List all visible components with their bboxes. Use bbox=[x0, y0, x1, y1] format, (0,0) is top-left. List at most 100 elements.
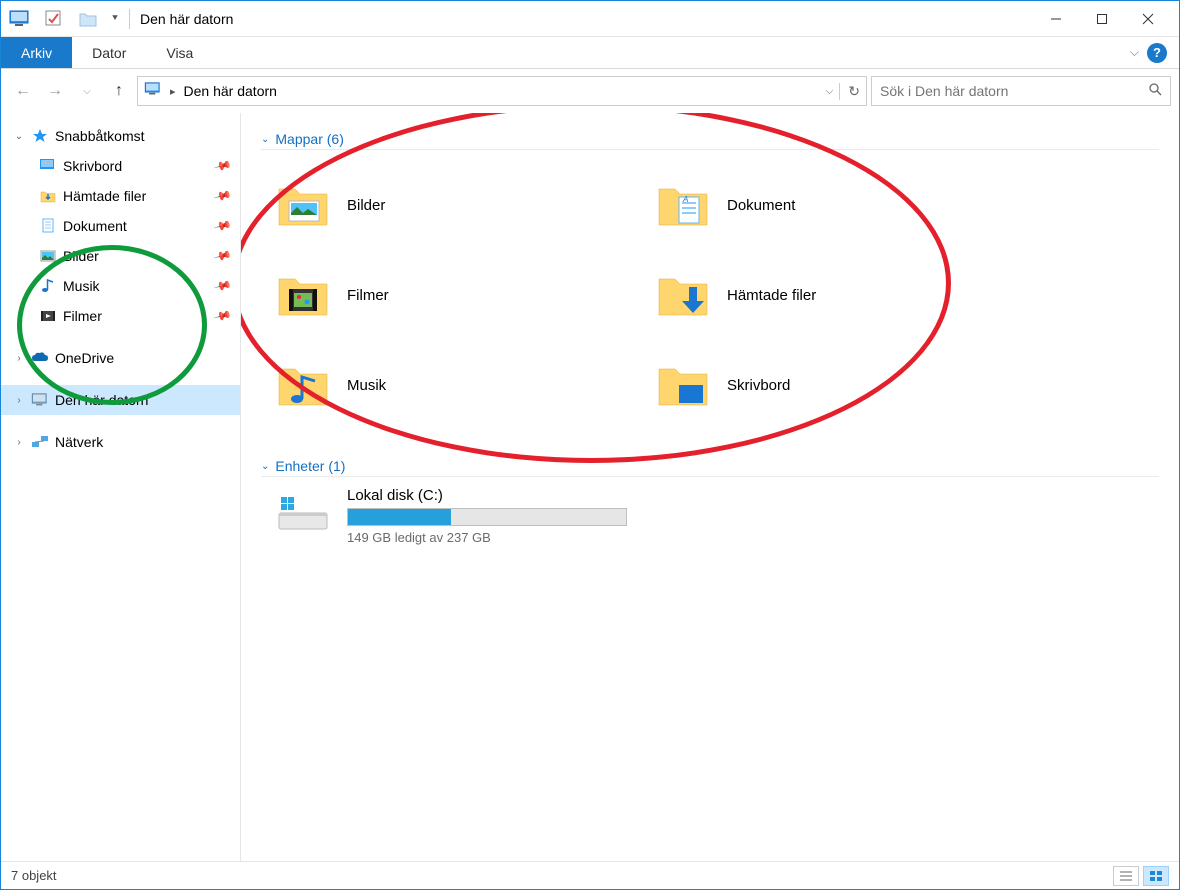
sidebar-item-filmer[interactable]: Filmer 📌 bbox=[1, 301, 240, 331]
address-dropdown-icon[interactable]: ⌵ bbox=[826, 86, 834, 97]
chevron-down-icon: ⌄ bbox=[261, 461, 269, 472]
sidebar-item-label: OneDrive bbox=[55, 350, 114, 366]
sidebar-onedrive[interactable]: › OneDrive bbox=[1, 343, 240, 373]
onedrive-icon bbox=[31, 349, 49, 367]
ribbon: Arkiv Dator Visa ⌵ ? bbox=[1, 37, 1179, 69]
drive-usage-bar bbox=[347, 508, 627, 526]
navigation-pane: ⌄ Snabbåtkomst Skrivbord 📌 Hämtade filer… bbox=[1, 113, 241, 861]
address-bar[interactable]: ▸ Den här datorn ⌵ ↻ bbox=[137, 76, 867, 106]
forward-button[interactable]: → bbox=[41, 77, 69, 105]
section-header-folders[interactable]: ⌄ Mappar (6) bbox=[261, 131, 1159, 150]
search-icon[interactable] bbox=[1148, 82, 1162, 101]
chevron-right-icon[interactable]: › bbox=[13, 353, 25, 364]
tab-arkiv[interactable]: Arkiv bbox=[1, 37, 72, 68]
star-icon bbox=[31, 127, 49, 145]
search-input[interactable] bbox=[880, 83, 1148, 99]
navigation-bar: ← → ⌵ ↑ ▸ Den här datorn ⌵ ↻ bbox=[1, 69, 1179, 113]
sidebar-item-label: Nätverk bbox=[55, 434, 103, 450]
sidebar-item-label: Musik bbox=[63, 278, 100, 294]
folder-dokument[interactable]: A Dokument bbox=[655, 160, 1035, 250]
refresh-button[interactable]: ↻ bbox=[839, 83, 860, 100]
sidebar-item-dokument[interactable]: Dokument 📌 bbox=[1, 211, 240, 241]
search-box[interactable] bbox=[871, 76, 1171, 106]
folder-skrivbord[interactable]: Skrivbord bbox=[655, 340, 1035, 430]
chevron-right-icon[interactable]: › bbox=[13, 395, 25, 406]
sidebar-quick-access[interactable]: ⌄ Snabbåtkomst bbox=[1, 121, 240, 151]
drive-name: Lokal disk (C:) bbox=[347, 487, 627, 504]
section-header-drives[interactable]: ⌄ Enheter (1) bbox=[261, 458, 1159, 477]
help-button[interactable]: ? bbox=[1147, 43, 1167, 63]
desktop-icon bbox=[39, 157, 57, 175]
minimize-button[interactable] bbox=[1033, 3, 1079, 35]
titlebar-separator bbox=[129, 9, 130, 29]
folder-label: Filmer bbox=[347, 287, 389, 304]
chevron-down-icon[interactable]: ⌄ bbox=[13, 131, 25, 142]
maximize-button[interactable] bbox=[1079, 3, 1125, 35]
window-title: Den här datorn bbox=[140, 11, 233, 27]
sidebar-item-skrivbord[interactable]: Skrivbord 📌 bbox=[1, 151, 240, 181]
downloads-folder-icon bbox=[655, 267, 711, 323]
music-icon bbox=[39, 277, 57, 295]
pin-icon: 📌 bbox=[213, 216, 233, 236]
sidebar-network[interactable]: › Nätverk bbox=[1, 427, 240, 457]
pin-icon: 📌 bbox=[213, 306, 233, 326]
folder-qat-icon[interactable] bbox=[77, 8, 99, 30]
statusbar: 7 objekt bbox=[1, 861, 1179, 889]
section-title: Enheter (1) bbox=[275, 458, 345, 474]
sidebar-item-label: Skrivbord bbox=[63, 158, 122, 174]
sidebar-item-label: Filmer bbox=[63, 308, 102, 324]
breadcrumb-chevron-icon[interactable]: ▸ bbox=[170, 85, 176, 98]
chevron-right-icon[interactable]: › bbox=[13, 437, 25, 448]
tab-visa[interactable]: Visa bbox=[146, 37, 213, 68]
main-panel: ⌄ Mappar (6) Bilder A Dokument bbox=[241, 113, 1179, 861]
drive-icon bbox=[275, 491, 331, 535]
pin-icon: 📌 bbox=[213, 186, 233, 206]
folder-hamtade[interactable]: Hämtade filer bbox=[655, 250, 1035, 340]
drive-local-c[interactable]: Lokal disk (C:) 149 GB ledigt av 237 GB bbox=[275, 487, 1159, 545]
computer-icon bbox=[144, 82, 162, 101]
titlebar: ⯆ Den här datorn bbox=[1, 1, 1179, 37]
ribbon-expand-icon[interactable]: ⌵ bbox=[1130, 45, 1139, 60]
folder-grid: Bilder A Dokument Filmer Hä bbox=[275, 160, 1159, 430]
view-tiles-button[interactable] bbox=[1143, 866, 1169, 886]
folder-bilder[interactable]: Bilder bbox=[275, 160, 655, 250]
pictures-icon bbox=[39, 247, 57, 265]
recent-dropdown-icon[interactable]: ⌵ bbox=[73, 77, 101, 105]
sidebar-item-label: Den här datorn bbox=[55, 392, 148, 408]
pin-icon: 📌 bbox=[213, 246, 233, 266]
computer-icon bbox=[31, 391, 49, 409]
folder-label: Skrivbord bbox=[727, 377, 790, 394]
folder-filmer[interactable]: Filmer bbox=[275, 250, 655, 340]
sidebar-item-hamtade[interactable]: Hämtade filer 📌 bbox=[1, 181, 240, 211]
sidebar-item-musik[interactable]: Musik 📌 bbox=[1, 271, 240, 301]
close-button[interactable] bbox=[1125, 3, 1171, 35]
pin-icon: 📌 bbox=[213, 276, 233, 296]
documents-folder-icon: A bbox=[655, 177, 711, 233]
sidebar-item-label: Snabbåtkomst bbox=[55, 128, 145, 144]
videos-icon bbox=[39, 307, 57, 325]
back-button[interactable]: ← bbox=[9, 77, 37, 105]
tab-dator[interactable]: Dator bbox=[72, 37, 146, 68]
window-controls bbox=[1033, 3, 1171, 35]
properties-icon[interactable] bbox=[43, 8, 65, 30]
sidebar-item-label: Hämtade filer bbox=[63, 188, 146, 204]
up-button[interactable]: ↑ bbox=[105, 77, 133, 105]
view-details-button[interactable] bbox=[1113, 866, 1139, 886]
svg-text:A: A bbox=[682, 195, 688, 204]
folder-musik[interactable]: Musik bbox=[275, 340, 655, 430]
sidebar-item-bilder[interactable]: Bilder 📌 bbox=[1, 241, 240, 271]
folder-label: Dokument bbox=[727, 197, 795, 214]
sidebar-item-label: Dokument bbox=[63, 218, 127, 234]
computer-icon[interactable] bbox=[9, 8, 31, 30]
sidebar-this-pc[interactable]: › Den här datorn bbox=[1, 385, 240, 415]
documents-icon bbox=[39, 217, 57, 235]
qat-dropdown-icon[interactable]: ⯆ bbox=[111, 13, 119, 24]
section-title: Mappar (6) bbox=[275, 131, 343, 147]
quick-access-toolbar: ⯆ bbox=[9, 8, 119, 30]
breadcrumb-root[interactable]: Den här datorn bbox=[184, 83, 277, 99]
drive-info: Lokal disk (C:) 149 GB ledigt av 237 GB bbox=[347, 487, 627, 545]
folder-label: Musik bbox=[347, 377, 386, 394]
drive-usage-fill bbox=[348, 509, 451, 525]
sidebar-item-label: Bilder bbox=[63, 248, 99, 264]
videos-folder-icon bbox=[275, 267, 331, 323]
